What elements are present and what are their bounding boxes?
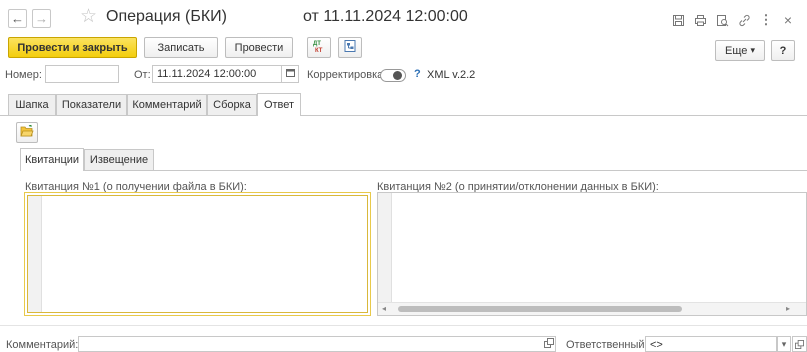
back-button[interactable]: ← — [8, 9, 27, 28]
subtab-receipts[interactable]: Квитанции — [20, 148, 84, 171]
tab-response[interactable]: Ответ — [257, 93, 301, 116]
save-button[interactable]: Записать — [144, 37, 218, 58]
page-title: Операция (БКИ) — [106, 8, 227, 25]
scroll-left-icon[interactable]: ◂ — [382, 304, 386, 313]
xml-version-label: XML v.2.2 — [427, 69, 476, 81]
link-icon[interactable] — [736, 12, 752, 28]
tab-assembly[interactable]: Сборка — [207, 94, 257, 115]
print-icon[interactable] — [692, 12, 708, 28]
more-actions-label: Еще — [725, 44, 748, 57]
forward-button[interactable]: → — [32, 9, 51, 28]
receipt2-horizontal-scrollbar[interactable]: ◂ ▸ — [378, 302, 806, 315]
date-label: От: — [134, 69, 151, 81]
arrow-left-icon: ← — [11, 11, 24, 26]
responsible-dropdown-button[interactable]: ▾ — [777, 336, 791, 352]
help-button[interactable]: ? — [771, 40, 795, 61]
tab-indicators[interactable]: Показатели — [56, 94, 127, 115]
tabs-baseline — [0, 115, 807, 116]
chevron-down-icon: ▾ — [750, 45, 755, 55]
subtabs-baseline — [20, 170, 807, 171]
save-file-icon[interactable] — [670, 12, 686, 28]
more-actions-button[interactable]: Еще ▾ — [715, 40, 765, 61]
tab-header[interactable]: Шапка — [8, 94, 56, 115]
correction-toggle[interactable] — [380, 69, 406, 82]
responsible-open-button[interactable] — [792, 336, 807, 352]
correction-label: Корректировка: — [307, 69, 387, 81]
arrow-right-icon: → — [35, 11, 48, 26]
comment-field[interactable] — [78, 336, 556, 352]
svg-text:КТ: КТ — [315, 48, 323, 53]
tab-comment[interactable]: Комментарий — [127, 94, 207, 115]
receipt2-gutter — [378, 193, 392, 315]
folder-open-icon — [20, 124, 34, 140]
open-folder-button[interactable] — [16, 122, 38, 143]
scrollbar-thumb[interactable] — [398, 306, 682, 312]
receipt2-text-area[interactable]: ◂ ▸ — [377, 192, 807, 316]
svg-text:ДТ: ДТ — [313, 41, 321, 47]
close-icon[interactable]: × — [780, 12, 796, 28]
structure-icon — [343, 39, 357, 56]
post-button[interactable]: Провести — [225, 37, 293, 58]
number-label: Номер: — [5, 69, 42, 81]
open-editor-icon[interactable] — [544, 338, 554, 350]
date-field[interactable]: 11.11.2024 12:00:00 — [152, 65, 282, 83]
subtab-notice[interactable]: Извещение — [84, 149, 154, 170]
page-title-date: от 11.11.2024 12:00:00 — [303, 8, 468, 25]
scroll-right-icon[interactable]: ▸ — [786, 304, 790, 313]
post-and-close-button[interactable]: Провести и закрыть — [8, 37, 137, 58]
responsible-label: Ответственный: — [566, 339, 648, 351]
receipt1-gutter — [28, 196, 42, 312]
calendar-button[interactable] — [282, 65, 299, 83]
receipt1-text-area[interactable] — [24, 192, 371, 316]
footer-divider — [0, 325, 807, 326]
open-editor-icon — [795, 339, 804, 349]
report-structure-button[interactable] — [338, 37, 362, 58]
number-field[interactable] — [45, 65, 119, 83]
dt-kt-icon: ДТ КТ — [312, 39, 326, 56]
comment-label: Комментарий: — [6, 339, 79, 351]
dt-kt-journal-button[interactable]: ДТ КТ — [307, 37, 331, 58]
calendar-icon — [285, 68, 295, 80]
chevron-down-icon: ▾ — [781, 338, 787, 349]
favorite-star-icon[interactable]: ☆ — [80, 7, 97, 26]
responsible-field[interactable]: <> — [645, 336, 777, 352]
more-vertical-icon[interactable]: ⋮ — [758, 12, 774, 28]
preview-icon[interactable] — [714, 12, 730, 28]
help-question-icon[interactable]: ? — [414, 68, 421, 80]
